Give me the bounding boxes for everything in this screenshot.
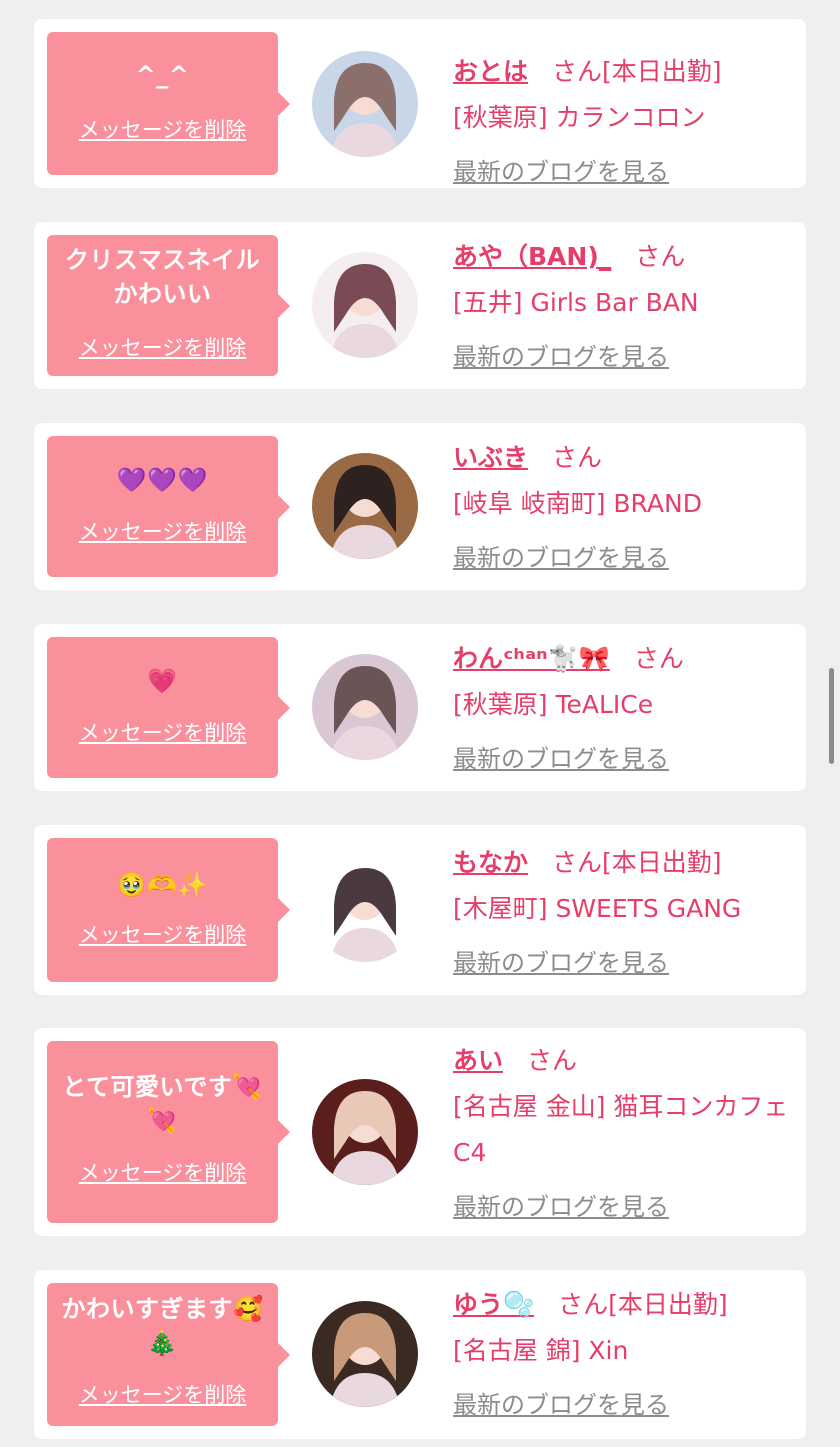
honorific: さん xyxy=(633,644,684,673)
shop-location: [名古屋 金山] 猫耳コンカフェ C4 xyxy=(453,1092,789,1167)
cast-name-link[interactable]: あや（BAN)_ xyxy=(453,242,611,271)
latest-blog-link[interactable]: 最新のブログを見る xyxy=(453,149,669,195)
cast-avatar[interactable] xyxy=(312,654,418,760)
cast-name-line: おとは さん[本日出勤] xyxy=(453,49,798,95)
cast-avatar[interactable] xyxy=(312,252,418,358)
message-bubble: 🥹🫶✨ メッセージを削除 xyxy=(47,838,290,982)
message-card: ^_^ メッセージを削除 おとは さん[本日出勤] [秋葉原] カランコロン 最新のブログ… xyxy=(34,19,806,188)
honorific: さん xyxy=(552,57,603,86)
message-card: とて可愛いです💘 💘 メッセージを削除 あい さん [名古屋 金山] 猫耳コンカフェ C… xyxy=(34,1028,806,1236)
message-card: かわいすぎます🥰 🎄 メッセージを削除 ゆう🫧 さん[本日出勤] [名古屋 錦] Xin… xyxy=(34,1270,806,1439)
cast-name-link[interactable]: あい xyxy=(453,1046,503,1075)
message-text: 🥹🫶✨ xyxy=(116,871,209,899)
cast-avatar[interactable] xyxy=(312,1079,418,1185)
scrollbar[interactable] xyxy=(829,668,834,764)
cast-name-link[interactable]: もなか xyxy=(453,848,528,877)
delete-message-link[interactable]: メッセージを削除 xyxy=(47,520,278,544)
cast-avatar[interactable] xyxy=(312,51,418,157)
work-status: [本日出勤] xyxy=(602,57,722,86)
message-card: 💜💜💜 メッセージを削除 いぶき さん [岐阜 岐南町] BRAND 最新のブログを見る xyxy=(34,423,806,590)
cast-avatar[interactable] xyxy=(312,453,418,559)
latest-blog-link[interactable]: 最新のブログを見る xyxy=(453,334,669,380)
delete-message-link[interactable]: メッセージを削除 xyxy=(47,1383,278,1407)
cast-info: あや（BAN)_ さん [五井] Girls Bar BAN 最新のブログを見る xyxy=(453,234,798,380)
cast-name-line: わんᶜʰᵃⁿ🐩🎀 さん xyxy=(453,636,798,682)
message-bubble: クリスマスネイル かわいいメッセージを削除 xyxy=(47,235,290,376)
message-text: かわいすぎます🥰 🎄 xyxy=(61,1295,264,1357)
shop-location: [秋葉原] TeALICe xyxy=(453,690,654,719)
shop-location: [五井] Girls Bar BAN xyxy=(453,288,699,317)
delete-message-link[interactable]: メッセージを削除 xyxy=(47,923,278,947)
message-card: クリスマスネイル かわいいメッセージを削除 あや（BAN)_ さん [五井] Girl… xyxy=(34,222,806,389)
cast-name-line: ゆう🫧 さん[本日出勤] xyxy=(453,1282,798,1328)
cast-name-link[interactable]: わんᶜʰᵃⁿ🐩🎀 xyxy=(453,644,610,673)
latest-blog-link[interactable]: 最新のブログを見る xyxy=(453,1382,669,1428)
honorific: さん xyxy=(552,848,603,877)
work-status: [本日出勤] xyxy=(602,848,722,877)
cast-info: ゆう🫧 さん[本日出勤] [名古屋 錦] Xin 最新のブログを見る xyxy=(453,1282,798,1428)
message-text: ^_^ xyxy=(135,61,190,89)
work-status: [本日出勤] xyxy=(608,1290,728,1319)
message-text: とて可愛いです💘 💘 xyxy=(62,1073,263,1135)
cast-name-link[interactable]: おとは xyxy=(453,57,528,86)
latest-blog-link[interactable]: 最新のブログを見る xyxy=(453,1184,669,1230)
cast-name-line: あい さん xyxy=(453,1038,798,1084)
shop-location: [岐阜 岐南町] BRAND xyxy=(453,489,702,518)
message-bubble: とて可愛いです💘 💘 メッセージを削除 xyxy=(47,1041,290,1223)
honorific: さん xyxy=(635,242,686,271)
latest-blog-link[interactable]: 最新のブログを見る xyxy=(453,736,669,782)
cast-avatar[interactable] xyxy=(312,856,418,962)
shop-location: [秋葉原] カランコロン xyxy=(453,103,706,132)
message-text: クリスマスネイル かわいい xyxy=(64,246,261,308)
delete-message-link[interactable]: メッセージを削除 xyxy=(47,336,278,360)
message-bubble: ^_^ メッセージを削除 xyxy=(47,32,290,175)
message-bubble: 💜💜💜 メッセージを削除 xyxy=(47,436,290,577)
cast-name-link[interactable]: ゆう🫧 xyxy=(453,1290,534,1319)
honorific: さん xyxy=(552,443,603,472)
cast-name-line: いぶき さん xyxy=(453,435,798,481)
message-card: 🥹🫶✨ メッセージを削除 もなか さん[本日出勤] [木屋町] SWEETS GANG 最… xyxy=(34,825,806,995)
cast-avatar[interactable] xyxy=(312,1301,418,1407)
honorific: さん xyxy=(527,1046,578,1075)
latest-blog-link[interactable]: 最新のブログを見る xyxy=(453,535,669,581)
message-card: 💗 メッセージを削除 わんᶜʰᵃⁿ🐩🎀 さん [秋葉原] TeALICe 最新のブログを見… xyxy=(34,624,806,791)
cast-info: もなか さん[本日出勤] [木屋町] SWEETS GANG 最新のブログを見る xyxy=(453,840,798,986)
message-text: 💗 xyxy=(147,667,178,695)
cast-name-line: あや（BAN)_ さん xyxy=(453,234,798,280)
delete-message-link[interactable]: メッセージを削除 xyxy=(47,118,278,142)
message-text: 💜💜💜 xyxy=(116,466,209,494)
delete-message-link[interactable]: メッセージを削除 xyxy=(47,721,278,745)
shop-location: [名古屋 錦] Xin xyxy=(453,1336,629,1365)
cast-info: いぶき さん [岐阜 岐南町] BRAND 最新のブログを見る xyxy=(453,435,798,581)
latest-blog-link[interactable]: 最新のブログを見る xyxy=(453,940,669,986)
shop-location: [木屋町] SWEETS GANG xyxy=(453,894,742,923)
delete-message-link[interactable]: メッセージを削除 xyxy=(47,1161,278,1185)
message-bubble: かわいすぎます🥰 🎄 メッセージを削除 xyxy=(47,1283,290,1426)
cast-info: おとは さん[本日出勤] [秋葉原] カランコロン最新のブログを見る xyxy=(453,49,798,195)
message-bubble: 💗 メッセージを削除 xyxy=(47,637,290,778)
cast-info: わんᶜʰᵃⁿ🐩🎀 さん [秋葉原] TeALICe 最新のブログを見る xyxy=(453,636,798,782)
cast-name-link[interactable]: いぶき xyxy=(453,443,528,472)
cast-info: あい さん [名古屋 金山] 猫耳コンカフェ C4 最新のブログを見る xyxy=(453,1038,798,1230)
cast-name-line: もなか さん[本日出勤] xyxy=(453,840,798,886)
honorific: さん xyxy=(558,1290,609,1319)
